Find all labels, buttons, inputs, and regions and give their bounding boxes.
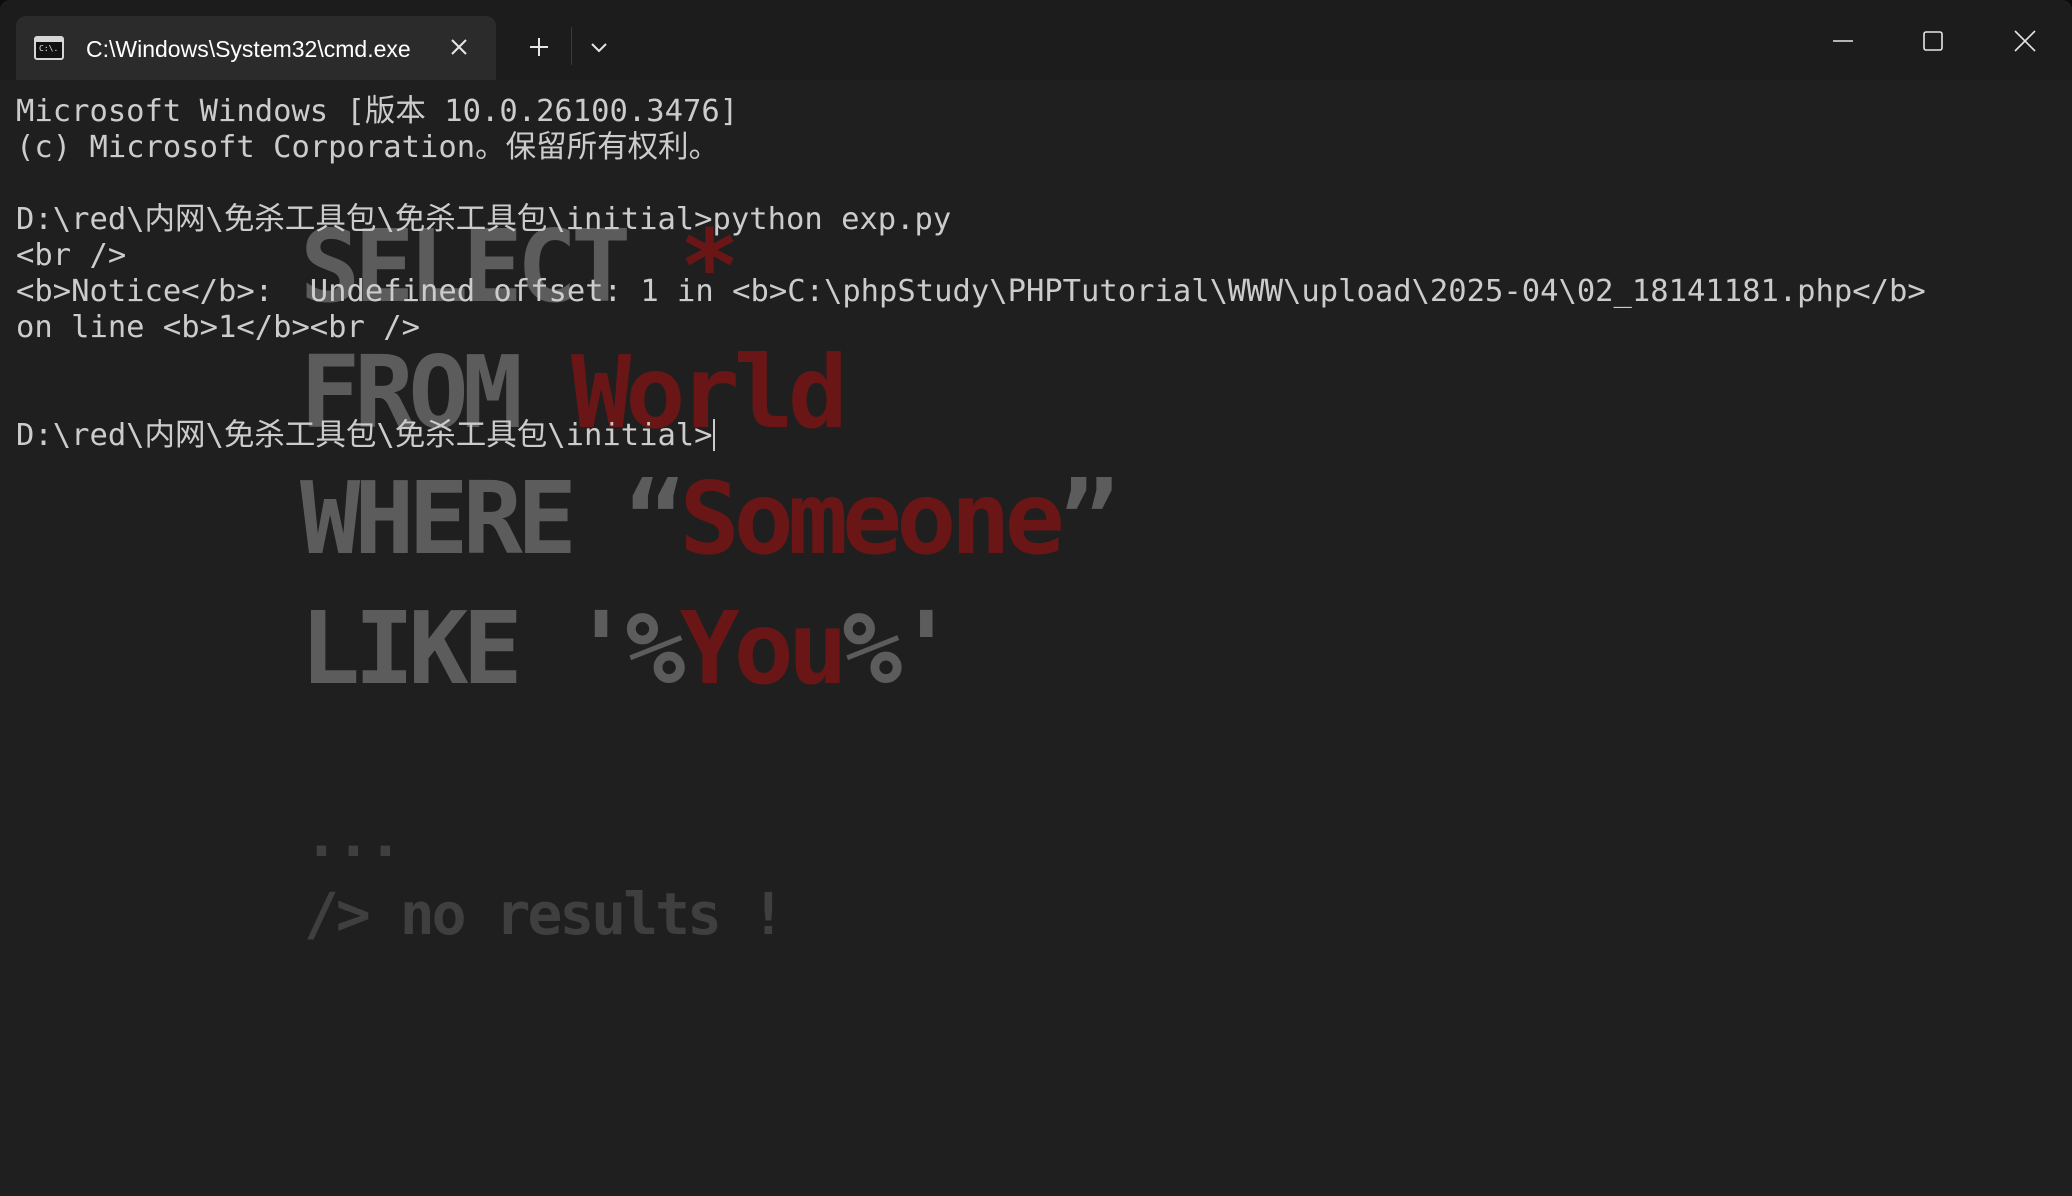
wallpaper-text: %': [842, 590, 956, 707]
tab-title: C:\Windows\System32\cmd.exe: [86, 36, 411, 62]
console-line: (c) Microsoft Corporation。保留所有权利。: [16, 130, 720, 165]
prompt-text: D:\red\内网\免杀工具包\免杀工具包\initial>: [16, 418, 713, 453]
console-line: Microsoft Windows [版本 10.0.26100.3476]: [16, 94, 739, 129]
titlebar-divider: [571, 27, 572, 65]
close-icon[interactable]: [2002, 18, 2048, 64]
chevron-down-icon[interactable]: [582, 30, 616, 64]
wallpaper-text-red: Someone: [679, 460, 1064, 577]
tab-cmd[interactable]: C:\. C:\Windows\System32\cmd.exe: [16, 16, 496, 80]
console-line: D:\red\内网\免杀工具包\免杀工具包\initial>python exp…: [16, 202, 952, 237]
wallpaper-line-4: LIKE '%You%': [300, 594, 957, 704]
command-prompt-icon: C:\.: [34, 36, 64, 60]
wallpaper-ellipsis: ...: [304, 802, 403, 870]
close-tab-icon[interactable]: [444, 32, 474, 62]
plus-icon[interactable]: [522, 30, 556, 64]
minimize-icon[interactable]: [1820, 18, 1866, 64]
prompt-line[interactable]: D:\red\内网\免杀工具包\免杀工具包\initial>: [16, 418, 2056, 454]
wallpaper-text-red: You: [679, 590, 848, 707]
console-line: <br />: [16, 238, 127, 273]
wallpaper-text: ”: [1058, 460, 1119, 577]
maximize-icon[interactable]: [1910, 18, 1956, 64]
terminal-window: C:\. C:\Windows\System32\cmd.exe SELECT …: [0, 0, 2072, 1196]
wallpaper-text: WHERE “: [300, 460, 685, 577]
title-bar[interactable]: C:\. C:\Windows\System32\cmd.exe: [0, 0, 2072, 80]
console-output[interactable]: Microsoft Windows [版本 10.0.26100.3476] (…: [16, 94, 2056, 454]
tab-icon-text: C:\.: [39, 44, 59, 53]
terminal-content[interactable]: SELECT * FROM World WHERE “Someone” LIKE…: [0, 80, 2072, 1196]
text-cursor: [712, 419, 715, 451]
console-line: on line <b>1</b><br />: [16, 310, 420, 345]
wallpaper-footer: /> no results !: [304, 880, 786, 948]
wallpaper-line-3: WHERE “Someone”: [300, 464, 1119, 574]
wallpaper-text: LIKE '%: [300, 590, 685, 707]
console-line: <b>Notice</b>: Undefined offset: 1 in <b…: [16, 274, 1926, 309]
